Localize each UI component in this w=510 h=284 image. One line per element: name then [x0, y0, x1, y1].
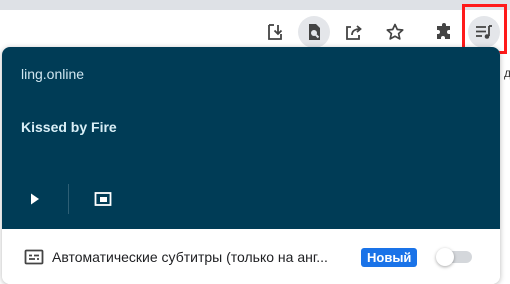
live-caption-row: Автоматические субтитры (только на анг..…	[2, 229, 500, 284]
extensions-button[interactable]	[428, 16, 460, 48]
share-button[interactable]	[338, 16, 370, 48]
media-card: ling.online Kissed by Fire	[2, 47, 500, 229]
captions-icon	[24, 249, 44, 265]
play-icon	[31, 193, 39, 205]
zoom-button[interactable]	[298, 16, 330, 48]
live-caption-label: Автоматические субтитры (только на анг..…	[52, 249, 328, 265]
track-title: Kissed by Fire	[21, 119, 117, 135]
download-button[interactable]	[259, 16, 291, 48]
bookmark-button[interactable]	[379, 16, 411, 48]
zoom-search-icon	[309, 24, 320, 40]
live-caption-toggle[interactable]	[436, 248, 474, 266]
media-popup: ling.online Kissed by Fire Автоматически…	[2, 47, 500, 284]
play-button[interactable]	[23, 187, 47, 211]
new-badge: Новый	[361, 248, 418, 267]
picture-in-picture-icon	[94, 192, 112, 206]
edge-label: д	[504, 66, 510, 80]
picture-in-picture-button[interactable]	[91, 187, 115, 211]
download-icon	[268, 24, 283, 40]
share-icon	[346, 25, 362, 40]
toggle-knob	[436, 248, 454, 266]
control-divider	[68, 184, 69, 214]
media-site: ling.online	[21, 66, 85, 82]
bookmark-star-icon	[386, 23, 404, 40]
extensions-puzzle-icon	[437, 23, 450, 39]
tab-strip	[0, 0, 510, 10]
